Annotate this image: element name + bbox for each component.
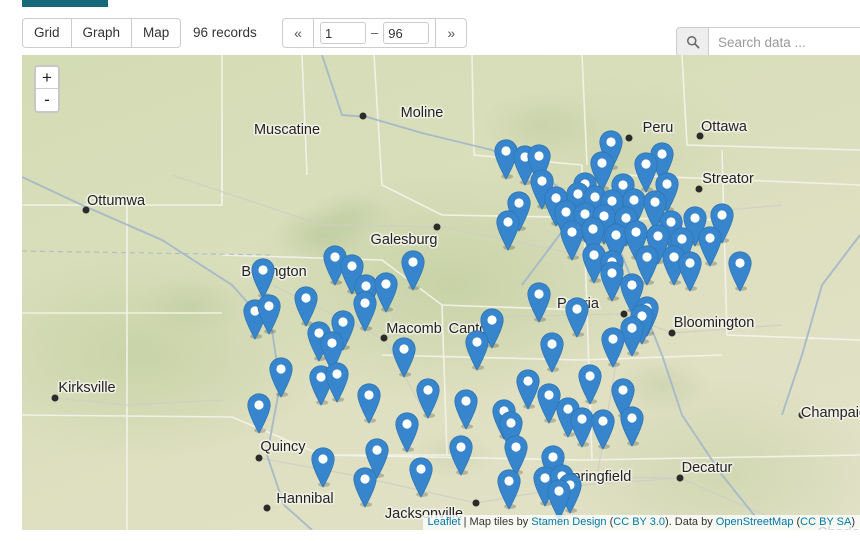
city-label: Bloomington <box>673 315 755 331</box>
attribution-sep-5: ) <box>851 516 855 528</box>
city-label: Kirksville <box>58 380 116 396</box>
pagination-group: « – » <box>282 18 468 48</box>
city-dot <box>359 112 367 120</box>
city-label: Macomb <box>386 321 442 337</box>
view-button-map[interactable]: Map <box>131 18 182 48</box>
map-marker[interactable] <box>527 282 552 323</box>
map-marker[interactable] <box>401 250 426 291</box>
city-label: Ottawa <box>701 119 747 135</box>
cc-by-30-link[interactable]: CC BY 3.0 <box>613 516 665 528</box>
map-tiles[interactable]: Muscatine Moline Peru Ottawa Streator Ottumwa… <box>22 55 860 530</box>
city-label: Peru <box>642 120 674 136</box>
city-label: Champaign <box>800 405 860 421</box>
map-marker[interactable] <box>565 297 590 338</box>
view-button-grid[interactable]: Grid <box>22 18 72 48</box>
map-marker[interactable] <box>678 251 703 292</box>
map-marker[interactable] <box>497 469 522 510</box>
map-marker[interactable] <box>496 210 521 251</box>
pagination-first-button[interactable]: « <box>282 18 314 48</box>
search-group <box>676 27 860 57</box>
map-marker[interactable] <box>357 383 382 424</box>
city-label: Galesburg <box>370 232 438 248</box>
map-marker[interactable] <box>449 435 474 476</box>
map-marker[interactable] <box>591 409 616 450</box>
map-marker[interactable] <box>257 294 282 335</box>
pagination-range-field: – <box>313 18 437 48</box>
leaflet-link[interactable]: Leaflet <box>428 516 461 528</box>
map-marker[interactable] <box>601 327 626 368</box>
map-marker[interactable] <box>620 406 645 447</box>
pagination-next-button[interactable]: » <box>435 18 468 48</box>
map-marker[interactable] <box>353 291 378 332</box>
map-attribution: Leaflet | Map tiles by Stamen Design (CC… <box>422 515 860 530</box>
tab-strip <box>0 0 860 9</box>
city-dot <box>433 223 441 231</box>
map-marker[interactable] <box>728 251 753 292</box>
toolbar: Grid Graph Map 96 records « – » <box>0 9 860 57</box>
record-count-label: 96 records <box>193 25 257 40</box>
pagination-from-input[interactable] <box>320 22 366 44</box>
search-icon[interactable] <box>676 27 709 57</box>
stamen-design-link[interactable]: Stamen Design <box>531 516 606 528</box>
city-label: Muscatine <box>253 122 321 138</box>
map-marker[interactable] <box>251 258 276 299</box>
zoom-control: + - <box>34 65 60 113</box>
city-label: Decatur <box>681 460 733 476</box>
city-dot <box>625 134 633 142</box>
view-switch-group: Grid Graph Map <box>22 18 182 48</box>
map-marker[interactable] <box>454 389 479 430</box>
city-label: Hannibal <box>276 491 334 507</box>
zoom-out-button[interactable]: - <box>36 89 58 111</box>
city-dot <box>263 504 271 512</box>
map-marker[interactable] <box>269 357 294 398</box>
map-marker[interactable] <box>465 330 490 371</box>
city-label: Ottumwa <box>86 193 146 209</box>
map-marker[interactable] <box>392 337 417 378</box>
attribution-sep-1: | Map tiles by <box>460 516 532 528</box>
pagination-range-separator: – <box>371 25 379 40</box>
map-marker[interactable] <box>325 362 350 403</box>
map-marker[interactable] <box>578 364 603 405</box>
map-marker[interactable] <box>409 457 434 498</box>
map-marker[interactable] <box>547 479 572 520</box>
attribution-sep-3: ). Data by <box>665 516 716 528</box>
openstreetmap-link[interactable]: OpenStreetMap <box>716 516 794 528</box>
view-button-graph[interactable]: Graph <box>70 18 133 48</box>
city-label: Streator <box>702 171 754 187</box>
map-marker[interactable] <box>353 467 378 508</box>
search-input[interactable] <box>709 27 860 57</box>
zoom-in-button[interactable]: + <box>36 67 58 89</box>
map-marker[interactable] <box>311 447 336 488</box>
map-marker[interactable] <box>540 332 565 373</box>
city-dot <box>255 454 263 462</box>
map-panel[interactable]: Muscatine Moline Peru Ottawa Streator Ottumwa… <box>22 55 860 530</box>
active-tab-indicator[interactable] <box>22 0 108 7</box>
pagination-to-input[interactable] <box>383 22 430 44</box>
city-dot <box>472 499 480 507</box>
map-marker[interactable] <box>395 412 420 453</box>
map-marker[interactable] <box>247 393 272 434</box>
city-label: Quincy <box>260 439 306 455</box>
city-label: Moline <box>400 105 444 121</box>
cc-by-sa-link[interactable]: CC BY SA <box>800 516 851 528</box>
